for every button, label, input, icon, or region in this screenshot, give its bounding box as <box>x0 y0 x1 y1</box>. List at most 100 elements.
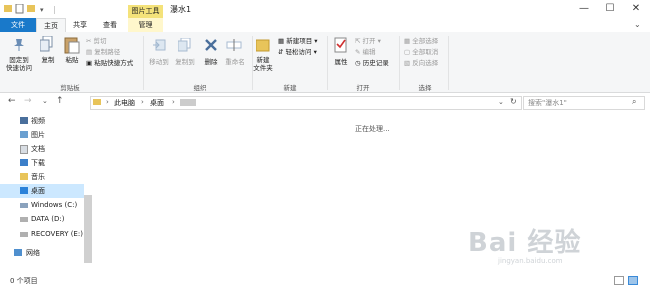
paste-icon <box>64 37 80 54</box>
nav-item-drive-c[interactable]: Windows (C:) <box>0 198 84 212</box>
chevron-down-icon: ▾ <box>40 6 44 14</box>
breadcrumb-separator-icon: › <box>106 98 109 106</box>
paste-shortcut-button[interactable]: ▣ 粘贴快捷方式 <box>86 59 133 68</box>
invert-selection-icon: ▧ <box>404 59 411 67</box>
breadcrumb-this-pc[interactable]: 此电脑 <box>114 98 135 108</box>
quick-access-toolbar[interactable]: ▾ <box>4 4 52 14</box>
desktop-icon <box>20 187 28 194</box>
maximize-button[interactable]: ☐ <box>597 2 623 16</box>
select-all-icon: ▦ <box>404 37 411 45</box>
copy-to-button[interactable]: 复制到 <box>172 58 198 66</box>
nav-item-documents[interactable]: 文档 <box>0 142 84 156</box>
group-separator <box>448 36 449 90</box>
up-button[interactable]: ↑ <box>56 96 64 106</box>
recent-locations-button[interactable]: ⌄ <box>42 97 48 105</box>
video-icon <box>20 117 28 124</box>
music-icon <box>20 173 28 180</box>
group-label-clipboard: 剪贴板 <box>60 84 80 92</box>
search-icon: ⌕ <box>632 97 637 106</box>
edit-button[interactable]: ✎ 编辑 <box>355 48 376 57</box>
new-folder-icon <box>27 5 35 12</box>
copy-icon <box>40 36 53 52</box>
network-icon <box>14 249 22 256</box>
tab-file[interactable]: 文件 <box>0 18 36 32</box>
refresh-icon[interactable]: ↻ <box>510 97 517 106</box>
tab-home[interactable]: 主页 <box>36 18 66 33</box>
divider <box>54 6 55 14</box>
nav-scrollbar[interactable] <box>84 195 92 263</box>
tab-view[interactable]: 查看 <box>96 18 124 32</box>
properties-button[interactable]: 属性 <box>330 58 352 66</box>
breadcrumb-desktop[interactable]: 桌面 <box>150 98 164 108</box>
nav-item-desktop[interactable]: 桌面 <box>0 184 84 198</box>
folder-icon <box>93 99 101 105</box>
nav-item-pictures[interactable]: 图片 <box>0 128 84 142</box>
rename-icon <box>226 39 242 51</box>
drive-icon <box>20 203 28 208</box>
context-tab-label: 图片工具 <box>131 7 160 15</box>
back-arrow-icon: ← <box>8 96 16 106</box>
pin-icon <box>14 39 24 51</box>
status-bar <box>0 273 650 287</box>
group-label-open: 打开 <box>356 84 370 92</box>
title-bar <box>0 0 650 18</box>
new-item-button[interactable]: ▦ 新建项目 ▾ <box>278 37 318 46</box>
paste-shortcut-icon: ▣ <box>86 59 93 67</box>
address-dropdown-icon[interactable]: ⌄ <box>498 98 504 106</box>
group-label-new: 新建 <box>283 84 297 92</box>
history-icon: ◷ <box>355 59 361 67</box>
select-none-icon: ▢ <box>404 48 411 56</box>
group-separator <box>143 36 144 90</box>
copy-path-button[interactable]: ▤ 复制路径 <box>86 48 120 57</box>
breadcrumb-separator-icon: › <box>172 98 175 106</box>
nav-item-downloads[interactable]: 下载 <box>0 156 84 170</box>
details-view-icon[interactable] <box>614 276 624 285</box>
large-icons-view-icon[interactable] <box>628 276 638 285</box>
new-folder-button[interactable]: 新建 文件夹 <box>250 56 276 72</box>
new-folder-icon <box>256 39 270 52</box>
back-button[interactable]: ← <box>8 96 16 106</box>
rename-button[interactable]: 重命名 <box>222 58 248 66</box>
paste-button[interactable]: 粘贴 <box>62 56 82 64</box>
move-to-icon <box>153 39 166 51</box>
forward-button[interactable]: → <box>24 96 32 106</box>
new-item-icon: ▦ <box>278 37 285 45</box>
watermark-logo: Bai 经验 <box>468 228 582 258</box>
drive-icon <box>20 217 28 222</box>
tab-share[interactable]: 共享 <box>66 18 94 32</box>
nav-item-drive-e[interactable]: RECOVERY (E:) <box>0 227 84 241</box>
properties-icon <box>334 37 347 53</box>
watermark-url: jingyan.baidu.com <box>498 257 563 265</box>
breadcrumb-redacted[interactable] <box>180 99 196 106</box>
history-button[interactable]: ◷ 历史记录 <box>355 59 389 68</box>
nav-item-videos[interactable]: 视频 <box>0 114 84 128</box>
invert-selection-button[interactable]: ▧ 反向选择 <box>404 59 438 68</box>
delete-button[interactable]: 删除 <box>200 58 222 66</box>
nav-item-drive-d[interactable]: DATA (D:) <box>0 212 84 226</box>
search-placeholder: 搜索"瀑水1" <box>528 99 567 107</box>
delete-icon <box>205 39 217 51</box>
open-button[interactable]: ⇱ 打开 ▾ <box>355 37 381 46</box>
copy-to-icon <box>178 38 191 52</box>
nav-item-network[interactable]: 网络 <box>0 246 84 260</box>
downloads-icon <box>20 159 28 166</box>
select-all-button[interactable]: ▦ 全部选择 <box>404 37 438 46</box>
copy-button[interactable]: 复制 <box>38 56 58 64</box>
select-none-button[interactable]: ▢ 全部取消 <box>404 48 438 57</box>
processing-status: 正在处理... <box>355 125 390 133</box>
minimize-button[interactable]: — <box>571 2 597 16</box>
pin-quick-access-button[interactable]: 固定到 快速访问 <box>2 56 36 72</box>
close-button[interactable]: ✕ <box>623 2 649 16</box>
up-arrow-icon: ↑ <box>56 96 64 106</box>
easy-access-button[interactable]: ⇵ 轻松访问 ▾ <box>278 48 317 57</box>
properties-icon <box>15 4 24 14</box>
tab-manage[interactable]: 管理 <box>128 18 163 32</box>
ribbon-expand-icon[interactable]: ⌄ <box>634 20 641 29</box>
move-to-button[interactable]: 移动到 <box>146 58 172 66</box>
breadcrumb-separator-icon: › <box>141 98 144 106</box>
cut-button[interactable]: ✂ 剪切 <box>86 37 107 46</box>
chevron-down-icon: ⌄ <box>42 97 48 105</box>
group-label-select: 选择 <box>418 84 432 92</box>
pictures-icon <box>20 131 28 138</box>
nav-item-music[interactable]: 音乐 <box>0 170 84 184</box>
